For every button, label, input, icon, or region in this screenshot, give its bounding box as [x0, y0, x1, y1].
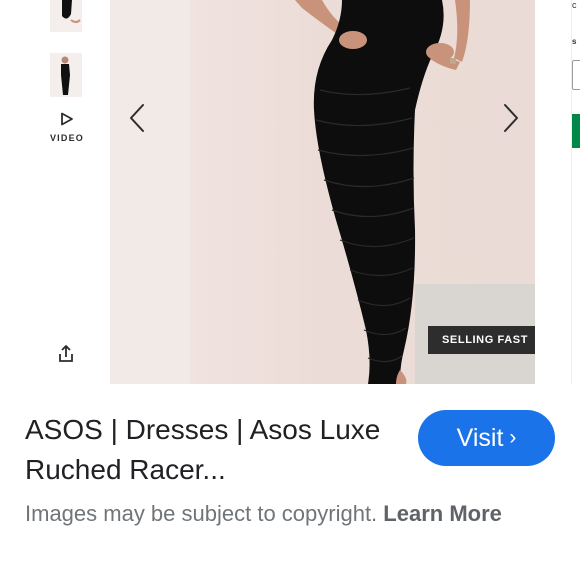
add-to-bag-button[interactable] [572, 114, 580, 148]
result-title[interactable]: ASOS | Dresses | Asos Luxe Ruched Racer.… [25, 410, 397, 490]
copyright-text: Images may be subject to copyright. [25, 501, 378, 526]
selling-fast-badge: SELLING FAST [428, 326, 535, 354]
panel-divider [571, 0, 572, 384]
share-icon [59, 345, 73, 362]
thumbnail-1[interactable] [50, 0, 82, 32]
next-image-button[interactable] [496, 101, 524, 135]
thumbnail-2[interactable] [50, 53, 82, 97]
thumbnail-image [50, 0, 82, 32]
thumbnail-image [50, 53, 82, 97]
previous-image-button[interactable] [124, 101, 152, 135]
video-thumbnail-button[interactable]: VIDEO [44, 108, 90, 154]
copyright-notice: Images may be subject to copyright. Lear… [25, 498, 545, 530]
share-button[interactable] [55, 343, 77, 365]
size-select[interactable] [572, 60, 580, 90]
size-label: s [572, 37, 577, 46]
chevron-right-icon [504, 104, 518, 132]
visit-label: Visit [456, 424, 504, 452]
side-panel-text: c [572, 0, 577, 10]
chevron-left-icon [130, 104, 144, 132]
product-image: SELLING FAST [110, 0, 535, 384]
play-icon [61, 112, 73, 126]
visit-button[interactable]: Visit › [418, 410, 555, 466]
image-viewer: VIDEO SELLING FAST c s ASOS | Dresses | … [0, 0, 580, 580]
video-label: VIDEO [49, 133, 84, 143]
learn-more-link[interactable]: Learn More [383, 501, 502, 526]
chevron-right-icon: › [509, 426, 517, 449]
